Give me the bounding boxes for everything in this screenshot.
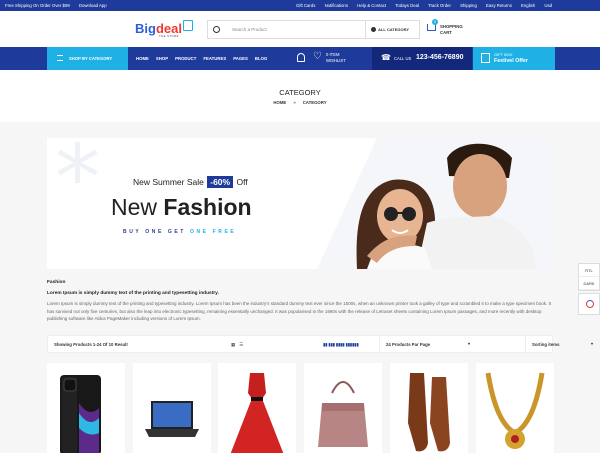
phone-icon: ☎ — [381, 53, 391, 62]
logo-tagline: THE STORE — [159, 34, 179, 38]
category-label: ALL CATEGORY — [378, 27, 410, 32]
notifications-link[interactable]: Notifications — [325, 3, 348, 8]
asterisk-decoration-icon: * — [55, 138, 100, 231]
logo-main-text: Big — [135, 21, 156, 36]
heart-icon[interactable]: ♡ — [313, 52, 322, 62]
phone-number[interactable]: 123-456-76890 — [416, 54, 464, 61]
shop-by-category-button[interactable]: SHOP BY CATEGORY — [47, 47, 128, 70]
view-toggle: ▦ ☰ — [231, 342, 247, 348]
header: Bigdeal THE STORE Search a Product ALL C… — [0, 11, 600, 47]
category-dropdown[interactable]: ALL CATEGORY — [365, 21, 419, 38]
top-bar-left: Free Shipping On Order Over $99 Download… — [5, 3, 115, 8]
language-select[interactable]: English — [521, 3, 535, 8]
nav-menu: HOME SHOP PRODUCT FEATURES PAGES BLOG — [136, 56, 274, 61]
per-page-select[interactable]: 24 Products Par Page ▾ — [379, 336, 475, 352]
user-icon[interactable] — [297, 53, 305, 62]
wishlist-link[interactable]: 0 ITEM WISHLIST — [326, 52, 346, 64]
column-layout-icon[interactable]: ▮▮ ▮▮▮ ▮▮▮▮ ▮▮▮▮▮▮ — [323, 342, 359, 348]
gear-icon — [586, 300, 594, 308]
list-view-icon[interactable]: ☰ — [239, 342, 243, 347]
handbag-image — [318, 381, 368, 447]
product-card-handbag[interactable] — [304, 363, 382, 453]
smartphone-image — [60, 375, 101, 453]
nav-item-blog[interactable]: BLOG — [255, 56, 267, 61]
call-us-box: ☎ CALL US 123-456-76890 — [372, 47, 472, 70]
nav-item-product[interactable]: PRODUCT — [175, 56, 196, 61]
sale-text: New Summer Sale -60% Off — [133, 176, 248, 188]
main-nav: SHOP BY CATEGORY HOME SHOP PRODUCT FEATURES… — [0, 47, 600, 70]
gift-icon — [481, 53, 490, 63]
result-count: Showing Products 1-24 Of 10 Result — [54, 342, 128, 347]
product-grid — [47, 363, 554, 453]
easy-returns-link[interactable]: Easy Returns — [486, 3, 512, 8]
product-card-gold-necklace[interactable] — [476, 363, 554, 453]
cart-count-badge: 0 — [432, 19, 438, 25]
shop-by-category-label: SHOP BY CATEGORY — [69, 56, 113, 61]
shopping-bag-icon — [183, 20, 193, 31]
gift-cards-link[interactable]: Gift Cards — [296, 3, 315, 8]
breadcrumb-section: CATEGORY HOME » CATEGORY — [0, 70, 600, 122]
breadcrumb-separator-icon: » — [293, 100, 296, 105]
gold-necklace-image — [485, 372, 545, 449]
product-card-brown-shoes[interactable] — [390, 363, 468, 453]
page-title: CATEGORY — [279, 88, 321, 97]
track-order-link[interactable]: Track Order — [428, 3, 451, 8]
dark-mode-toggle[interactable]: DARK — [579, 277, 599, 290]
settings-widget[interactable] — [578, 293, 600, 315]
festival-offer-label: Festivel Offer — [494, 58, 528, 64]
category-subheading: Lorem Ipsum is simply dummy text of the … — [47, 291, 219, 296]
download-app-link[interactable]: Download App — [79, 3, 107, 8]
breadcrumb-home[interactable]: HOME — [273, 100, 286, 105]
logo[interactable]: Bigdeal THE STORE — [135, 20, 193, 38]
currency-select[interactable]: Usd — [544, 3, 552, 8]
grid-view-icon[interactable]: ▦ — [231, 342, 235, 347]
shipping-link[interactable]: Shipping — [460, 3, 477, 8]
product-toolbar: Showing Products 1-24 Of 10 Result ▦ ☰ ▮▮… — [47, 335, 593, 353]
product-card-laptop[interactable] — [133, 363, 211, 453]
category-description: Fashion Lorem Ipsum is simply dummy text… — [47, 280, 553, 323]
search-icon[interactable] — [213, 26, 220, 33]
banner-headline: New Fashion — [111, 194, 252, 220]
promo-banner[interactable]: * New Summer Sale -60% Off New Fashion B… — [47, 138, 553, 269]
cart-label: SHOPPING CART — [440, 24, 463, 35]
breadcrumb-current: CATEGORY — [302, 100, 327, 105]
rtl-toggle[interactable]: RTL — [579, 264, 599, 277]
product-card-smartphone[interactable] — [47, 363, 125, 453]
nav-item-shop[interactable]: SHOP — [156, 56, 168, 61]
chevron-down-icon: ▾ — [467, 341, 470, 346]
banner-couple-photo — [297, 138, 553, 269]
call-us-label: CALL US — [394, 56, 412, 61]
nav-item-home[interactable]: HOME — [136, 56, 149, 61]
laptop-image — [145, 401, 199, 437]
gift-box-label: GIFT BOX — [494, 52, 513, 57]
free-shipping-text: Free Shipping On Order Over $99 — [5, 3, 70, 8]
discount-badge: -60% — [207, 176, 234, 188]
breadcrumb: HOME » CATEGORY — [0, 100, 600, 105]
product-card-red-dress[interactable] — [218, 363, 296, 453]
bogo-text: BUY ONE GET ONE FREE — [123, 229, 237, 235]
todays-deal-link[interactable]: Todays Deal — [395, 3, 419, 8]
category-heading: Fashion — [47, 280, 66, 285]
search-input[interactable]: Search a Product — [232, 27, 267, 32]
category-paragraph: Lorem Ipsum is simply dummy text of the … — [47, 301, 552, 321]
gift-box-offer[interactable]: GIFT BOX Festivel Offer — [473, 47, 555, 70]
category-icon — [371, 27, 376, 32]
brown-shoes-image — [408, 373, 450, 452]
nav-item-pages[interactable]: PAGES — [233, 56, 248, 61]
top-bar: Free Shipping On Order Over $99 Download… — [0, 0, 600, 11]
nav-item-features[interactable]: FEATURES — [203, 56, 226, 61]
cart-icon — [427, 24, 436, 31]
help-contact-link[interactable]: Help & Contact — [357, 3, 386, 8]
red-dress-image — [230, 373, 284, 453]
sort-select[interactable]: Sorting items ▾ — [525, 336, 598, 352]
menu-icon — [57, 55, 63, 61]
top-bar-links: Gift Cards Notifications Help & Contact … — [288, 3, 552, 8]
side-tools: RTL DARK — [578, 263, 600, 291]
chevron-down-icon: ▾ — [590, 341, 593, 346]
search-bar: Search a Product ALL CATEGORY — [207, 20, 420, 39]
